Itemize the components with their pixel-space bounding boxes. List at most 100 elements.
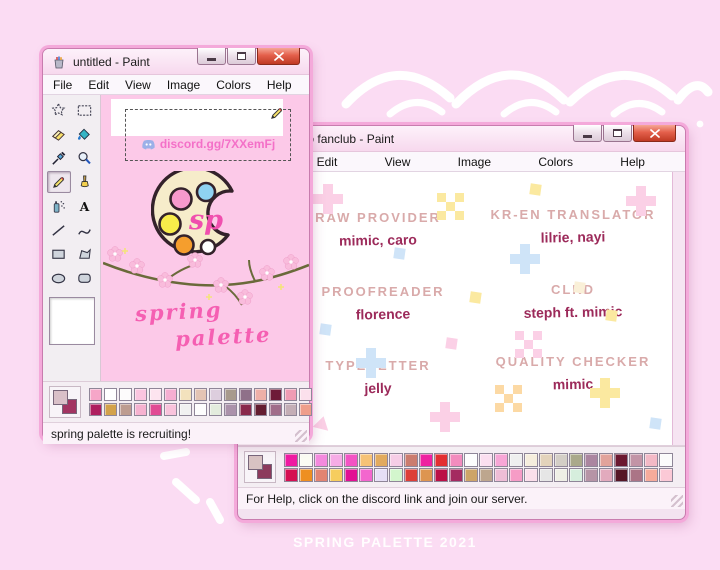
tool-pencil-icon[interactable] xyxy=(47,171,71,193)
palette-swatch[interactable] xyxy=(479,453,493,467)
close-button[interactable] xyxy=(633,125,676,142)
palette-swatch[interactable] xyxy=(539,468,553,482)
palette-swatch[interactable] xyxy=(239,388,252,401)
palette-swatch[interactable] xyxy=(659,468,673,482)
palette-swatch[interactable] xyxy=(614,453,628,467)
maximize-button[interactable] xyxy=(603,125,632,142)
menu-item-edit[interactable]: Edit xyxy=(82,78,115,92)
palette-swatch[interactable] xyxy=(194,388,207,401)
palette-swatch[interactable] xyxy=(194,403,207,416)
menu-item-colors[interactable]: Colors xyxy=(210,78,257,92)
palette-swatch[interactable] xyxy=(104,403,117,416)
tool-picker-icon[interactable] xyxy=(47,147,71,169)
menu-item-image[interactable]: Image xyxy=(452,155,497,169)
palette-swatch[interactable] xyxy=(524,453,538,467)
palette-swatch[interactable] xyxy=(314,453,328,467)
palette-swatch[interactable] xyxy=(314,468,328,482)
palette-swatch[interactable] xyxy=(119,403,132,416)
palette-swatch[interactable] xyxy=(299,453,313,467)
palette-swatch[interactable] xyxy=(479,468,493,482)
palette-swatch[interactable] xyxy=(179,388,192,401)
palette-swatch[interactable] xyxy=(254,403,267,416)
palette-swatch[interactable] xyxy=(284,388,297,401)
palette-swatch[interactable] xyxy=(284,403,297,416)
palette-swatch[interactable] xyxy=(389,453,403,467)
foreground-background-colors[interactable] xyxy=(244,451,276,483)
palette-swatch[interactable] xyxy=(149,388,162,401)
palette-swatch[interactable] xyxy=(644,468,658,482)
menu-item-view[interactable]: View xyxy=(379,155,417,169)
palette-swatch[interactable] xyxy=(464,453,478,467)
tool-curve-icon[interactable] xyxy=(73,219,97,241)
palette-swatch[interactable] xyxy=(149,403,162,416)
palette-swatch[interactable] xyxy=(449,468,463,482)
paint-window-untitled[interactable]: untitled - Paint FileEditViewImageColors… xyxy=(42,48,310,440)
palette-swatch[interactable] xyxy=(239,403,252,416)
resize-grip[interactable] xyxy=(295,430,307,442)
palette-swatch[interactable] xyxy=(359,468,373,482)
foreground-background-colors[interactable] xyxy=(49,386,81,418)
menu-item-edit[interactable]: Edit xyxy=(311,155,344,169)
tool-rectangle-icon[interactable] xyxy=(47,243,71,265)
palette-swatch[interactable] xyxy=(329,468,343,482)
discord-invite-link[interactable]: discord.gg/7XXemFj xyxy=(160,137,275,151)
palette-swatch[interactable] xyxy=(584,468,598,482)
palette-swatch[interactable] xyxy=(224,388,237,401)
palette-swatch[interactable] xyxy=(209,403,222,416)
palette-swatch[interactable] xyxy=(449,453,463,467)
menu-item-help[interactable]: Help xyxy=(614,155,651,169)
palette-swatch[interactable] xyxy=(464,468,478,482)
menu-item-view[interactable]: View xyxy=(119,78,157,92)
tool-fill-icon[interactable] xyxy=(73,123,97,145)
close-button[interactable] xyxy=(257,48,300,65)
tool-magnifier-icon[interactable] xyxy=(73,147,97,169)
palette-swatch[interactable] xyxy=(554,468,568,482)
palette-swatch[interactable] xyxy=(599,468,613,482)
palette-swatch[interactable] xyxy=(299,468,313,482)
palette-swatch[interactable] xyxy=(89,388,102,401)
tool-free-form-select-icon[interactable] xyxy=(47,99,71,121)
palette-swatch[interactable] xyxy=(329,453,343,467)
palette-swatch[interactable] xyxy=(629,453,643,467)
palette-swatch[interactable] xyxy=(389,468,403,482)
palette-swatch[interactable] xyxy=(404,453,418,467)
palette-swatch[interactable] xyxy=(344,453,358,467)
tool-brush-icon[interactable] xyxy=(73,171,97,193)
palette-swatch[interactable] xyxy=(494,468,508,482)
palette-swatch[interactable] xyxy=(614,468,628,482)
tool-text-icon[interactable]: A xyxy=(73,195,97,217)
palette-swatch[interactable] xyxy=(404,468,418,482)
tool-select-icon[interactable] xyxy=(73,99,97,121)
minimize-button[interactable] xyxy=(573,125,602,142)
maximize-button[interactable] xyxy=(227,48,256,65)
palette-swatch[interactable] xyxy=(494,453,508,467)
tool-polygon-icon[interactable] xyxy=(73,243,97,265)
palette-swatch[interactable] xyxy=(299,403,312,416)
palette-swatch[interactable] xyxy=(284,468,298,482)
palette-swatch[interactable] xyxy=(134,403,147,416)
palette-swatch[interactable] xyxy=(524,468,538,482)
tool-line-icon[interactable] xyxy=(47,219,71,241)
tool-eraser-icon[interactable] xyxy=(47,123,71,145)
palette-swatch[interactable] xyxy=(209,388,222,401)
palette-swatch[interactable] xyxy=(434,453,448,467)
palette-swatch[interactable] xyxy=(224,403,237,416)
palette-swatch[interactable] xyxy=(134,388,147,401)
palette-swatch[interactable] xyxy=(269,403,282,416)
palette-swatch[interactable] xyxy=(659,453,673,467)
tool-options-box[interactable] xyxy=(49,297,95,345)
palette-swatch[interactable] xyxy=(434,468,448,482)
resize-grip[interactable] xyxy=(671,495,683,507)
palette-swatch[interactable] xyxy=(584,453,598,467)
palette-swatch[interactable] xyxy=(179,403,192,416)
palette-swatch[interactable] xyxy=(164,403,177,416)
palette-swatch[interactable] xyxy=(254,388,267,401)
palette-swatch[interactable] xyxy=(419,468,433,482)
palette-swatch[interactable] xyxy=(629,468,643,482)
tool-rounded-rectangle-icon[interactable] xyxy=(73,267,97,289)
palette-swatch[interactable] xyxy=(299,388,312,401)
palette-swatch[interactable] xyxy=(359,453,373,467)
palette-swatch[interactable] xyxy=(509,468,523,482)
palette-swatch[interactable] xyxy=(104,388,117,401)
palette-swatch[interactable] xyxy=(569,468,583,482)
